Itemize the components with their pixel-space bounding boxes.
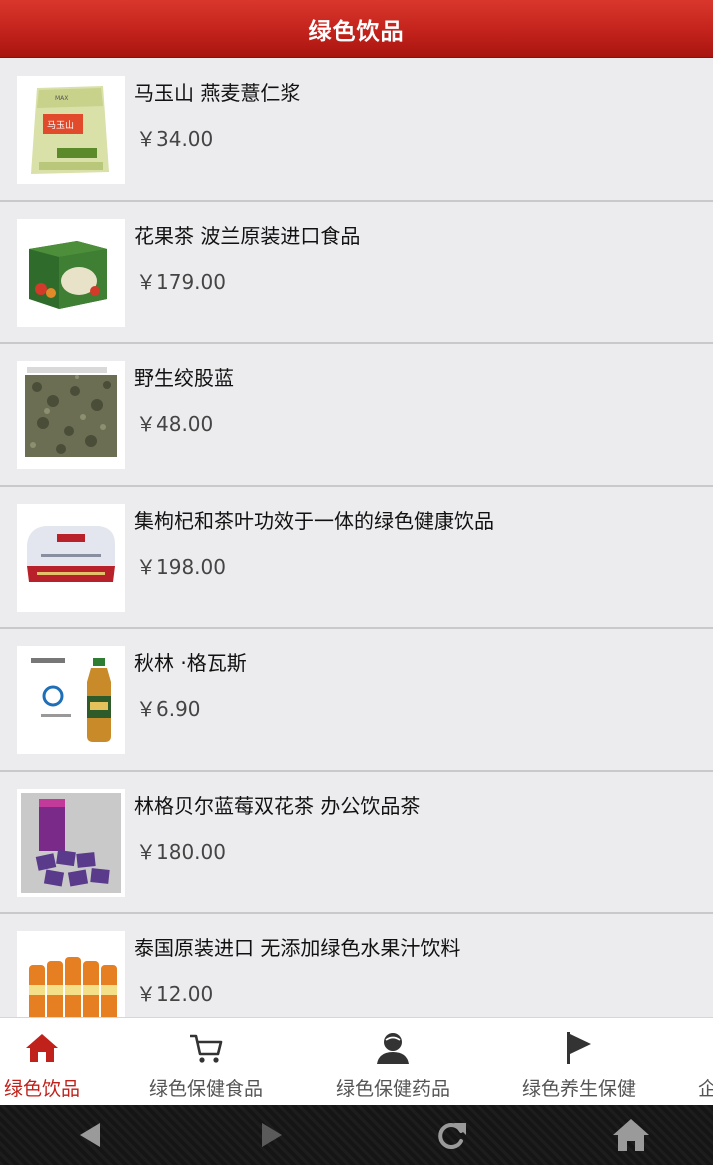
product-price: ￥179.00 (136, 269, 226, 294)
list-item[interactable]: 花果茶 波兰原装进口食品 ￥179.00 (0, 201, 713, 344)
home-icon (26, 1034, 58, 1062)
product-image-kvass (17, 646, 125, 754)
product-title[interactable]: 秋林 ·格瓦斯 (134, 647, 247, 676)
product-price: ￥6.90 (136, 697, 201, 721)
tab-label: 绿色保健药品 (335, 1078, 450, 1100)
product-title[interactable]: 林格贝尔蓝莓双花茶 办公饮品茶 (134, 790, 420, 819)
system-nav-bar (0, 1105, 713, 1165)
product-image-oatmeal: MAX 马玉山 (17, 76, 125, 184)
tab-green-health-medicine[interactable]: 绿色保健药品 (308, 1018, 478, 1105)
tab-label: 绿色保健食品 (148, 1078, 263, 1100)
product-price: ￥180.00 (136, 839, 226, 864)
home-icon[interactable] (611, 1117, 651, 1153)
product-title[interactable]: 泰国原装进口 无添加绿色水果汁饮料 (134, 932, 460, 961)
product-title[interactable]: 野生绞股蓝 (134, 362, 234, 391)
product-list[interactable]: MAX 马玉山 马玉山 燕麦薏仁浆 ￥34.00 花果茶 波兰原装进口食品 ￥1 (0, 59, 713, 1017)
product-image-fruit-tea (17, 218, 125, 327)
refresh-icon[interactable] (432, 1117, 472, 1153)
tab-more[interactable]: 企 (680, 1018, 713, 1105)
product-image-blueberry-tea (17, 788, 125, 897)
cart-icon (190, 1034, 223, 1063)
tab-green-wellness[interactable]: 绿色养生保健 (494, 1018, 664, 1105)
product-image-gynostemma (17, 361, 125, 469)
list-item[interactable]: 林格贝尔蓝莓双花茶 办公饮品茶 ￥180.00 (0, 771, 713, 914)
bottom-tab-bar: 绿色饮品 绿色保健食品 绿色保健药品 绿色养生保健 企 (0, 1017, 713, 1105)
page-title: 绿色饮品 (308, 18, 405, 45)
product-price: ￥34.00 (136, 127, 214, 151)
list-item[interactable]: 泰国原装进口 无添加绿色水果汁饮料 ￥12.00 (0, 914, 713, 1017)
tab-label: 绿色饮品 (3, 1078, 80, 1100)
product-title[interactable]: 集枸杞和茶叶功效于一体的绿色健康饮品 (134, 505, 494, 534)
product-price: ￥12.00 (136, 982, 214, 1006)
back-icon[interactable] (72, 1117, 112, 1153)
list-item[interactable]: MAX 马玉山 马玉山 燕麦薏仁浆 ￥34.00 (0, 59, 713, 202)
product-title[interactable]: 花果茶 波兰原装进口食品 (134, 220, 360, 249)
list-item[interactable]: 集枸杞和茶叶功效于一体的绿色健康饮品 ￥198.00 (0, 486, 713, 629)
product-image-tea-tin (17, 503, 125, 612)
app-header: 绿色饮品 (0, 0, 713, 58)
product-price: ￥48.00 (136, 412, 214, 436)
tab-label: 绿色养生保健 (521, 1078, 636, 1100)
flag-icon (567, 1032, 591, 1064)
svg-text:MAX: MAX (55, 95, 68, 102)
tab-green-drinks[interactable]: 绿色饮品 (0, 1018, 127, 1105)
tab-green-health-food[interactable]: 绿色保健食品 (121, 1018, 291, 1105)
list-item[interactable]: 秋林 ·格瓦斯 ￥6.90 (0, 629, 713, 772)
forward-icon[interactable] (250, 1117, 290, 1153)
product-image-juice (17, 931, 125, 1017)
svg-text:马玉山: 马玉山 (47, 120, 74, 131)
person-icon (377, 1033, 409, 1064)
tab-label: 企 (698, 1074, 713, 1101)
list-item[interactable]: 野生绞股蓝 ￥48.00 (0, 344, 713, 487)
product-title[interactable]: 马玉山 燕麦薏仁浆 (134, 77, 300, 106)
product-price: ￥198.00 (136, 554, 226, 579)
